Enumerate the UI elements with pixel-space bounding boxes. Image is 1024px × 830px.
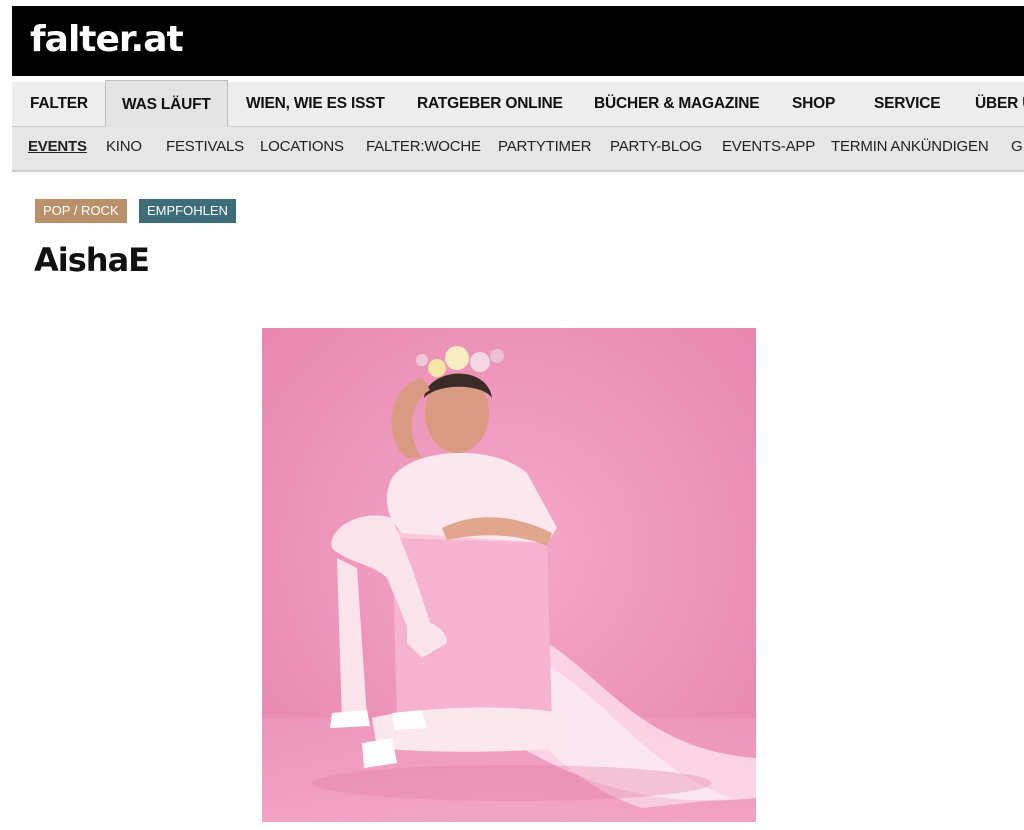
- sub-nav-falter-woche[interactable]: FALTER:WOCHE: [366, 127, 481, 170]
- main-nav-falter[interactable]: FALTER: [30, 82, 88, 126]
- header-bar: falter.at: [12, 6, 1024, 76]
- main-nav-shop[interactable]: SHOP: [792, 82, 835, 126]
- sub-nav-events[interactable]: EVENTS: [28, 127, 87, 170]
- sub-nav-termin-ankuendigen[interactable]: TERMIN ANKÜNDIGEN: [831, 127, 989, 170]
- event-photo[interactable]: [262, 328, 756, 822]
- page-margin-left: [0, 0, 12, 830]
- sub-nav-kino[interactable]: KINO: [106, 127, 142, 170]
- main-nav-service[interactable]: SERVICE: [874, 82, 941, 126]
- page: falter.at FALTER WAS LÄUFT WIEN, WIE ES …: [12, 6, 1024, 830]
- sub-nav-party-blog[interactable]: PARTY-BLOG: [610, 127, 702, 170]
- tag-pop-rock[interactable]: POP / ROCK: [35, 199, 127, 223]
- artist-photo-illustration: [262, 328, 756, 822]
- event-title: AishaE: [34, 241, 150, 279]
- site-logo[interactable]: falter.at: [30, 18, 184, 62]
- sub-nav-locations[interactable]: LOCATIONS: [260, 127, 344, 170]
- sub-nav-festivals[interactable]: FESTIVALS: [166, 127, 244, 170]
- main-nav-buecher-magazine[interactable]: BÜCHER & MAGAZINE: [594, 82, 760, 126]
- sub-nav-overflow[interactable]: G: [1011, 127, 1023, 170]
- main-navigation: FALTER WAS LÄUFT WIEN, WIE ES ISST RATGE…: [12, 80, 1024, 127]
- sub-navigation: EVENTS KINO FESTIVALS LOCATIONS FALTER:W…: [12, 127, 1024, 172]
- sub-nav-partytimer[interactable]: PARTYTIMER: [498, 127, 591, 170]
- main-nav-ratgeber-online[interactable]: RATGEBER ONLINE: [417, 82, 563, 126]
- tag-empfohlen[interactable]: EMPFOHLEN: [139, 199, 236, 223]
- sub-nav-events-app[interactable]: EVENTS-APP: [722, 127, 815, 170]
- main-nav-ueber-uns[interactable]: ÜBER U: [975, 82, 1024, 126]
- main-nav-wien-wie-es-isst[interactable]: WIEN, WIE ES ISST: [246, 82, 385, 126]
- main-nav-was-laeuft[interactable]: WAS LÄUFT: [105, 80, 228, 127]
